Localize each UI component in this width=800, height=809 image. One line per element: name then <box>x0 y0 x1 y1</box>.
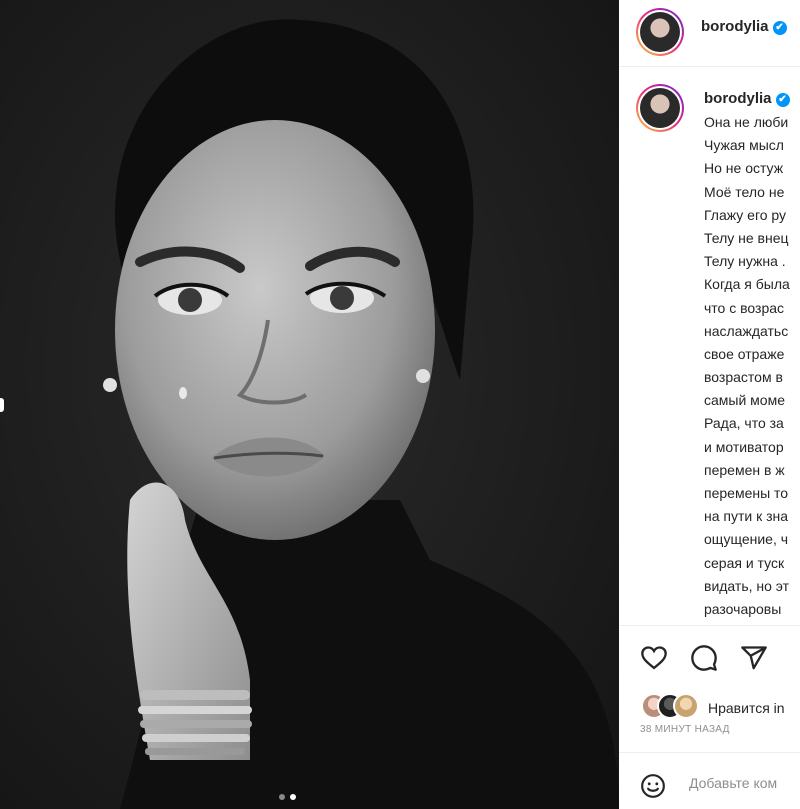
caption-username[interactable]: borodylia ✔ <box>704 90 790 107</box>
caption-line: серая и туск <box>704 554 785 571</box>
caption-text: Она не люби Чужая мысл Но не остуж Моё тело… <box>704 111 790 623</box>
caption-line: и мотиватор <box>704 438 784 455</box>
caption-section: borodylia ✔ Она не люби Чужая мысл Но не ос… <box>619 67 800 623</box>
caption-line: Телу не внец <box>704 229 789 246</box>
carousel-indicator <box>279 794 296 800</box>
caption-line: на пути к зна <box>704 508 789 525</box>
smiley-icon[interactable] <box>640 773 666 799</box>
caption-line: Телу нужна . <box>704 253 786 270</box>
carousel-dot-1 <box>279 794 285 800</box>
post-side-panel: borodylia ✔ borodylia ✔ Она не люби Чужая м… <box>619 0 800 809</box>
comment-bar <box>619 752 800 809</box>
caption-line: возрастом в <box>704 369 783 386</box>
author-avatar[interactable] <box>636 8 684 56</box>
comment-input[interactable] <box>689 775 800 791</box>
comment-bubble-icon[interactable] <box>690 644 718 672</box>
caption-line: Чужая мысл <box>704 137 784 154</box>
caption-line: Она не люби <box>704 114 789 130</box>
caption-line: что с возрас <box>704 299 785 316</box>
post-photo[interactable] <box>0 0 619 809</box>
liker-avatar-3 <box>673 693 699 719</box>
post-header: borodylia ✔ <box>619 0 800 67</box>
portrait-image <box>0 0 619 809</box>
verified-badge-icon: ✔ <box>772 21 787 35</box>
caption-line: сейчас живu <box>704 621 790 623</box>
heart-icon[interactable] <box>640 644 668 672</box>
author-username[interactable]: borodylia ✔ <box>701 18 787 35</box>
caption-line: перемены то <box>704 485 789 501</box>
caption-line: перемен в ж <box>704 461 785 478</box>
caption-line: ощущение, ч <box>704 531 789 548</box>
caption-line: наслаждатьс <box>704 322 789 339</box>
likes-summary[interactable]: Нравится in <box>708 700 785 716</box>
caption-avatar[interactable] <box>636 84 684 132</box>
caption-line: Когда я была <box>704 276 790 293</box>
verified-badge-icon: ✔ <box>775 93 790 107</box>
caption-line: Глажу его ру <box>704 206 787 223</box>
caption-line: Рада, что за <box>704 415 784 432</box>
caption-line: Но не остуж <box>704 160 784 177</box>
caption-username-text[interactable]: borodylia <box>704 90 772 107</box>
caption-line: разочаровы <box>704 600 782 617</box>
carousel-prev-arrow[interactable] <box>0 398 4 412</box>
caption-line: видать, но эт <box>704 577 790 594</box>
caption-line: самый моме <box>704 392 786 409</box>
carousel-dot-2-active <box>290 794 296 800</box>
username-text[interactable]: borodylia <box>701 18 769 35</box>
caption-line: свое отраже <box>704 345 785 362</box>
paper-plane-icon[interactable] <box>740 644 768 672</box>
post-timestamp[interactable]: 38 МИНУТ НАЗАД <box>640 724 730 735</box>
caption-line: Моё тело не <box>704 183 785 200</box>
